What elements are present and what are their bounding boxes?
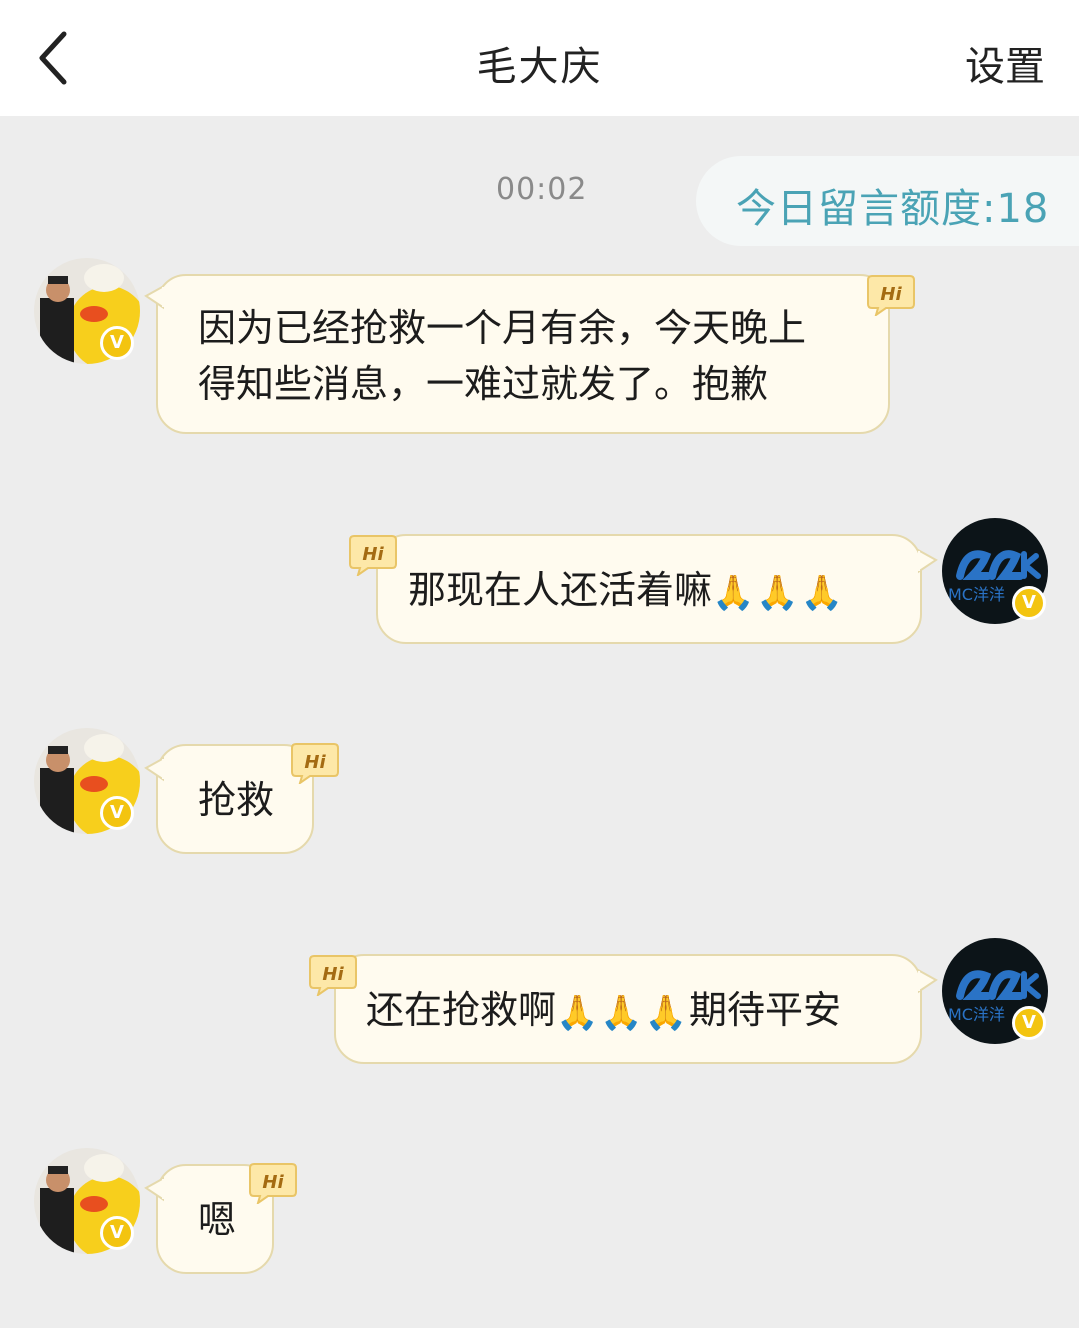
- message-1-line1: 因为已经抢救一个月有余，今天晚上: [198, 306, 807, 350]
- settings-button[interactable]: 设置: [965, 34, 1045, 92]
- hi-sticker-icon: Hi: [249, 1163, 297, 1204]
- verified-badge-icon: V: [100, 796, 134, 830]
- avatar-right-text: MC洋洋: [948, 1005, 1005, 1024]
- message-quota-label: 今日留言额度:18: [736, 186, 1050, 232]
- top-bar: 毛大庆 设置: [0, 0, 1079, 116]
- message-1-text: 因为已经抢救一个月有余，今天晚上 得知些消息，一难过就发了。抱歉: [198, 300, 806, 412]
- hi-label: Hi: [262, 1172, 284, 1193]
- hi-sticker-icon: Hi: [349, 535, 397, 576]
- message-4-pre: 还在抢救啊: [366, 988, 557, 1032]
- hi-sticker-icon: Hi: [867, 275, 915, 316]
- message-quota-badge: 今日留言额度:18: [696, 156, 1079, 246]
- bubble-tail: [144, 1176, 164, 1202]
- message-2-label: 那现在人还活着嘛: [408, 568, 713, 612]
- message-4-text: 还在抢救啊🙏🙏🙏期待平安: [366, 982, 841, 1041]
- verified-badge-icon: V: [100, 1216, 134, 1250]
- message-3-text: 抢救: [198, 778, 275, 822]
- message-bubble-1[interactable]: 因为已经抢救一个月有余，今天晚上 得知些消息，一难过就发了。抱歉: [156, 274, 890, 434]
- verified-badge-icon: V: [100, 326, 134, 360]
- message-bubble-2[interactable]: 那现在人还活着嘛🙏🙏🙏: [376, 534, 922, 644]
- message-5-text: 嗯: [198, 1198, 237, 1242]
- hi-label: Hi: [362, 544, 384, 565]
- bubble-tail: [918, 548, 938, 574]
- hi-sticker-icon: Hi: [309, 955, 357, 996]
- hi-label: Hi: [880, 284, 902, 305]
- pray-emoji-icon: 🙏🙏🙏: [556, 992, 690, 1033]
- hi-label: Hi: [322, 964, 344, 985]
- bubble-tail: [144, 284, 164, 310]
- verified-badge-icon: V: [1012, 586, 1046, 620]
- message-timestamp: 00:02: [496, 172, 588, 207]
- message-bubble-4[interactable]: 还在抢救啊🙏🙏🙏期待平安: [334, 954, 922, 1064]
- bubble-tail: [918, 968, 938, 994]
- message-4-post: 期待平安: [689, 988, 842, 1032]
- chat-title: 毛大庆: [476, 44, 603, 90]
- pray-emoji-icon: 🙏🙏🙏: [712, 572, 846, 613]
- bubble-tail: [144, 756, 164, 782]
- message-2-text: 那现在人还活着嘛🙏🙏🙏: [408, 562, 845, 621]
- hi-label: Hi: [304, 752, 326, 773]
- hi-sticker-icon: Hi: [291, 743, 339, 784]
- message-1-line2: 得知些消息，一难过就发了。抱歉: [198, 362, 769, 406]
- avatar-right-text: MC洋洋: [948, 585, 1005, 604]
- verified-badge-icon: V: [1012, 1006, 1046, 1040]
